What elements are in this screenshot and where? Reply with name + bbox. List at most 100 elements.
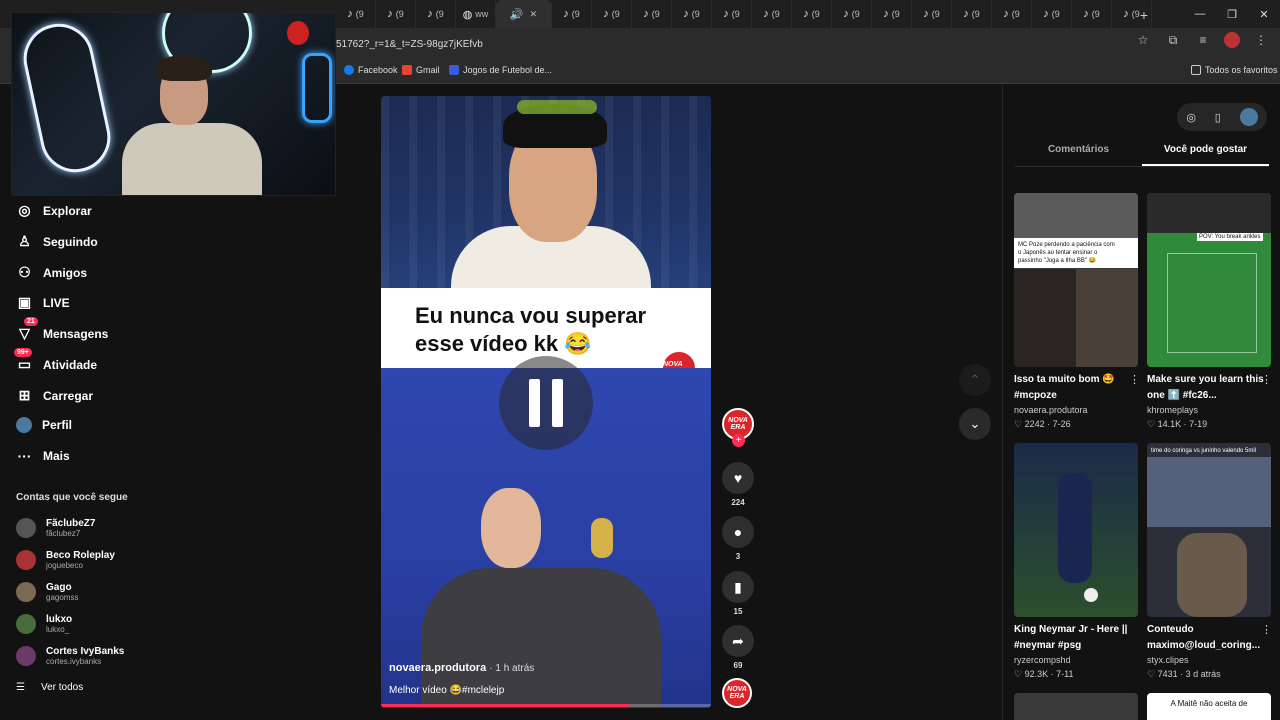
save-action[interactable]: ▮ 15 bbox=[722, 571, 754, 616]
media-icon[interactable]: ≡ bbox=[1194, 33, 1212, 47]
browser-tab[interactable]: ♪ (9 bbox=[912, 0, 952, 28]
nav-amigos[interactable]: ⚇ Amigos bbox=[16, 264, 87, 281]
like-action[interactable]: ♥ 224 bbox=[722, 462, 754, 507]
extensions-icon[interactable]: ⧉ bbox=[1164, 33, 1182, 48]
suggested-video-card-peek[interactable]: A Maitê não aceita de bbox=[1147, 693, 1271, 720]
comment-icon[interactable]: ● bbox=[722, 516, 754, 548]
share-icon[interactable]: ➦ bbox=[722, 625, 754, 657]
suggested-video-card[interactable]: MC Poze perdendo a paciência com o Japon… bbox=[1014, 193, 1138, 430]
star-icon[interactable]: ☆ bbox=[1134, 33, 1152, 47]
nav-carregar[interactable]: ⊞ Carregar bbox=[16, 387, 93, 404]
browser-tab[interactable]: ♪ (9 bbox=[952, 0, 992, 28]
profile-avatar[interactable] bbox=[1224, 32, 1240, 48]
account-item[interactable]: lukxo lukxo_ bbox=[16, 614, 72, 634]
pause-icon bbox=[552, 379, 563, 427]
video-progress[interactable] bbox=[381, 704, 711, 707]
pause-button[interactable] bbox=[499, 356, 593, 450]
messages-badge: 21 bbox=[24, 317, 38, 326]
browser-tab[interactable]: ♪ (9 bbox=[592, 0, 632, 28]
video-thumbnail: time do coringa vs juninho valendo 5mil bbox=[1147, 443, 1271, 617]
browser-tab[interactable]: ♪ (9 bbox=[336, 0, 376, 28]
user-avatar[interactable] bbox=[1239, 108, 1258, 126]
tiktok-icon: ♪ bbox=[1003, 8, 1009, 20]
video-author[interactable]: novaera.produtora · 1 h atrás bbox=[389, 662, 534, 674]
browser-tab[interactable]: ♪ (9 bbox=[832, 0, 872, 28]
browser-tab[interactable]: ◍ ww bbox=[456, 0, 496, 28]
suggested-video-card[interactable]: POV: You break ankles Make sure you lear… bbox=[1147, 193, 1271, 430]
browser-tab[interactable]: ♪ (9 bbox=[552, 0, 592, 28]
browser-tab[interactable]: ♪ (9 bbox=[752, 0, 792, 28]
account-item[interactable]: FãclubeZ7 fãclubez7 bbox=[16, 518, 95, 538]
nav-mensagens[interactable]: ▽ 21 Mensagens bbox=[16, 317, 108, 342]
browser-tab[interactable]: ♪ (9 bbox=[672, 0, 712, 28]
list-icon: ☰ bbox=[16, 682, 25, 693]
close-tab-icon[interactable]: ✕ bbox=[530, 9, 538, 20]
heart-icon[interactable]: ♥ bbox=[722, 462, 754, 494]
tab-label: (9 bbox=[971, 9, 980, 19]
creator-avatar[interactable]: NOVA ERA + bbox=[722, 408, 754, 447]
tab-comentarios[interactable]: Comentários bbox=[1015, 141, 1142, 166]
suggested-video-card[interactable]: time do coringa vs juninho valendo 5mil … bbox=[1147, 443, 1271, 680]
heart-outline-icon: ♡ bbox=[1147, 419, 1156, 429]
browser-tab[interactable]: 🔊 ✕ bbox=[496, 0, 552, 28]
nav-perfil[interactable]: Perfil bbox=[16, 417, 72, 433]
suggested-video-card-peek[interactable] bbox=[1014, 693, 1138, 720]
follow-plus-button[interactable]: + bbox=[732, 434, 745, 447]
tab-label: (9 bbox=[611, 9, 620, 19]
share-action[interactable]: ➦ 69 bbox=[722, 625, 754, 670]
nav-explorar[interactable]: ◎ Explorar bbox=[16, 202, 91, 219]
shirt bbox=[122, 123, 262, 195]
browser-tab[interactable]: ♪ (9 bbox=[416, 0, 456, 28]
comment-action[interactable]: ● 3 bbox=[722, 516, 754, 561]
right-panel: ◎ ▯ Comentários Você pode gostar MC Poze… bbox=[1002, 85, 1280, 720]
nav-seguindo[interactable]: ♙ Seguindo bbox=[16, 233, 97, 250]
bookmark-jogos[interactable]: Jogos de Futebol de... bbox=[449, 65, 552, 75]
nav-mais[interactable]: ··· Mais bbox=[16, 448, 70, 464]
browser-tab[interactable]: ♪ (9 bbox=[872, 0, 912, 28]
pitch-lines bbox=[1167, 253, 1257, 353]
browser-tab[interactable]: ♪ (9 bbox=[1072, 0, 1112, 28]
bookmark-gmail[interactable]: Gmail bbox=[402, 65, 440, 75]
card-menu-icon[interactable]: ⋮ bbox=[1261, 623, 1272, 636]
close-window-button[interactable]: ✕ bbox=[1248, 0, 1280, 28]
next-video-button[interactable]: ⌄ bbox=[959, 408, 991, 440]
ball bbox=[1084, 588, 1098, 602]
video-player[interactable]: Eu nunca vou superar esse vídeo kk 😂 NOV… bbox=[381, 96, 711, 708]
suggested-video-card[interactable]: King Neymar Jr - Here || #neymar #psg ry… bbox=[1014, 443, 1138, 680]
tab-label: (9 bbox=[571, 9, 580, 19]
nav-live[interactable]: ▣ LIVE bbox=[16, 294, 70, 311]
nav-atividade[interactable]: ▭ 99+ Atividade bbox=[14, 348, 97, 373]
browser-tab[interactable]: ♪ (9 bbox=[1032, 0, 1072, 28]
browser-tab[interactable]: ♪ (9 bbox=[376, 0, 416, 28]
phone-icon[interactable]: ▯ bbox=[1215, 111, 1221, 124]
tab-voce-pode-gostar[interactable]: Você pode gostar bbox=[1142, 141, 1269, 166]
card-menu-icon[interactable]: ⋮ bbox=[1129, 373, 1140, 386]
bookmark-facebook[interactable]: Facebook bbox=[344, 65, 398, 75]
presenter bbox=[421, 488, 661, 708]
video-caption: Eu nunca vou superar esse vídeo kk 😂 bbox=[415, 303, 647, 356]
card-menu-icon[interactable]: ⋮ bbox=[1261, 373, 1272, 386]
account-item[interactable]: Gago gagomss bbox=[16, 582, 78, 602]
maximize-button[interactable]: ❐ bbox=[1216, 0, 1248, 28]
browser-tab[interactable]: ♪ (9 bbox=[712, 0, 752, 28]
account-item[interactable]: Beco Roleplay joguebeco bbox=[16, 550, 115, 570]
url-field[interactable]: 51762?_r=1&_t=ZS-98gz7jKEfvb bbox=[336, 32, 1166, 56]
browser-tab[interactable]: ♪ (9 bbox=[992, 0, 1032, 28]
following-title: Contas que você segue bbox=[16, 492, 128, 503]
music-disc[interactable]: NOVA ERA bbox=[722, 678, 754, 708]
compass-icon[interactable]: ◎ bbox=[1186, 111, 1196, 124]
see-all-button[interactable]: ☰ Ver todos bbox=[16, 682, 83, 693]
tiktok-icon: ♪ bbox=[1083, 8, 1089, 20]
previous-video-button[interactable]: ⌃ bbox=[959, 364, 991, 396]
messages-icon: ▽ 21 bbox=[16, 317, 38, 342]
account-item[interactable]: Cortes IvyBanks cortes.ivybanks bbox=[16, 646, 124, 666]
spiderman-figure bbox=[287, 21, 309, 45]
tiktok-icon: ♪ bbox=[803, 8, 809, 20]
bookmark-icon[interactable]: ▮ bbox=[722, 571, 754, 603]
new-tab-button[interactable]: + bbox=[1130, 7, 1158, 23]
all-bookmarks[interactable]: Todos os favoritos bbox=[1191, 65, 1278, 75]
minimize-button[interactable]: — bbox=[1184, 0, 1216, 28]
browser-tab[interactable]: ♪ (9 bbox=[632, 0, 672, 28]
browser-tab[interactable]: ♪ (9 bbox=[792, 0, 832, 28]
menu-icon[interactable]: ⋮ bbox=[1252, 33, 1270, 47]
